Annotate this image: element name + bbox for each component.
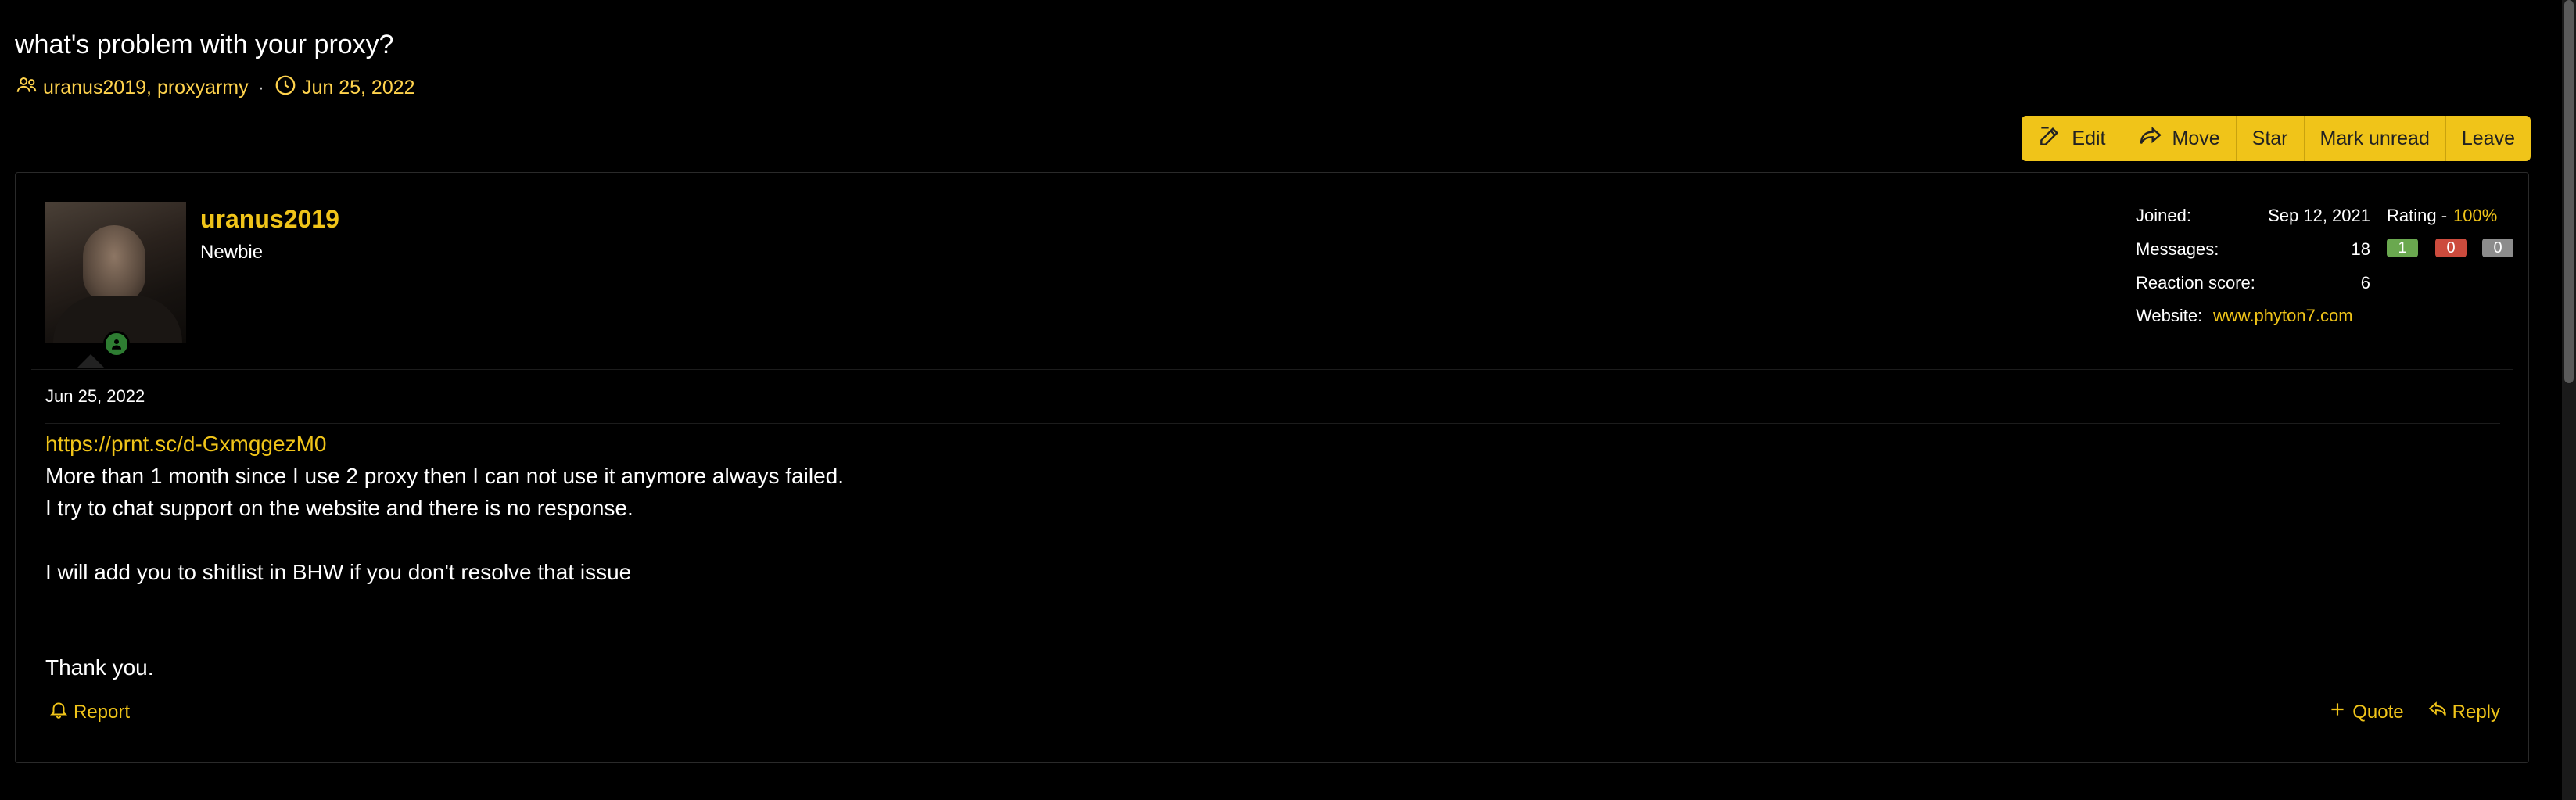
quote-label: Quote [2352, 701, 2404, 723]
thread-title: what's problem with your proxy? [15, 30, 394, 59]
messages-label: Messages: [2136, 239, 2219, 259]
post-body: https://prnt.sc/d-GxmggezM0 More than 1 … [45, 428, 844, 683]
edit-button[interactable]: Edit [2022, 116, 2122, 161]
plus-icon [2327, 699, 2348, 725]
reply-label: Reply [2452, 701, 2500, 723]
leave-label: Leave [2461, 127, 2515, 149]
star-label: Star [2251, 127, 2288, 149]
author-title: Newbie [200, 242, 264, 263]
rating-value: 100% [2453, 206, 2498, 225]
quote-button[interactable]: Quote [2327, 699, 2404, 725]
rating-label: Rating - [2387, 206, 2448, 225]
messages-value[interactable]: 18 [2292, 239, 2370, 260]
rating-neutral-badge: 0 [2482, 239, 2513, 257]
post-line: I try to chat support on the website and… [45, 496, 633, 520]
bell-icon [48, 699, 69, 725]
move-label: Move [2172, 127, 2220, 149]
post-footer-right: Quote Reply [2327, 699, 2500, 725]
reaction-score-label: Reaction score: [2136, 273, 2255, 292]
report-button[interactable]: Report [48, 699, 130, 725]
star-button[interactable]: Star [2237, 116, 2305, 161]
post-card: uranus2019 Newbie Joined: Sep 12, 2021 R… [15, 172, 2529, 763]
reply-button[interactable]: Reply [2427, 699, 2500, 725]
avatar-face [83, 225, 145, 303]
joined-value: Sep 12, 2021 [2268, 206, 2370, 225]
reaction-score-value: 6 [2360, 273, 2370, 292]
thread-meta: uranus2019, proxyarmy · Jun 25, 2022 [15, 74, 415, 102]
post-footer-left: Report [48, 699, 130, 725]
post-line: More than 1 month since I use 2 proxy th… [45, 464, 844, 488]
post-content-divider [45, 423, 2500, 424]
page-scrollbar[interactable] [2562, 0, 2576, 800]
avatar[interactable] [45, 202, 186, 343]
reply-arrow-icon [2427, 699, 2448, 725]
users-icon [15, 74, 38, 102]
leave-button[interactable]: Leave [2446, 116, 2531, 161]
online-status-icon [103, 331, 130, 357]
edit-label: Edit [2072, 127, 2106, 149]
mark-unread-label: Mark unread [2319, 127, 2430, 149]
thread-actions: Edit Move Star Mark unread Leave [2022, 116, 2531, 161]
move-button[interactable]: Move [2122, 116, 2237, 161]
share-arrow-icon [2138, 124, 2163, 154]
rating-negative-badge: 0 [2435, 239, 2467, 257]
website-link[interactable]: www.phyton7.com [2213, 306, 2353, 326]
post-arrow [77, 354, 105, 368]
post-date[interactable]: Jun 25, 2022 [45, 386, 145, 407]
clock-icon [274, 74, 297, 102]
post-author[interactable]: uranus2019 [200, 205, 339, 234]
post-link[interactable]: https://prnt.sc/d-GxmggezM0 [45, 428, 844, 460]
mark-unread-button[interactable]: Mark unread [2305, 116, 2446, 161]
edit-icon [2037, 124, 2062, 154]
rating-positive-badge: 1 [2387, 239, 2418, 257]
thread-date[interactable]: Jun 25, 2022 [302, 77, 415, 99]
post-line: Thank you. [45, 655, 154, 680]
website-label: Website: [2136, 306, 2203, 325]
post-divider [31, 369, 2513, 370]
scrollbar-thumb[interactable] [2564, 0, 2574, 383]
post-line: I will add you to shitlist in BHW if you… [45, 560, 632, 584]
thread-participants[interactable]: uranus2019, proxyarmy [43, 77, 249, 99]
report-label: Report [74, 701, 131, 723]
meta-separator: · [257, 77, 264, 99]
joined-label: Joined: [2136, 206, 2191, 225]
